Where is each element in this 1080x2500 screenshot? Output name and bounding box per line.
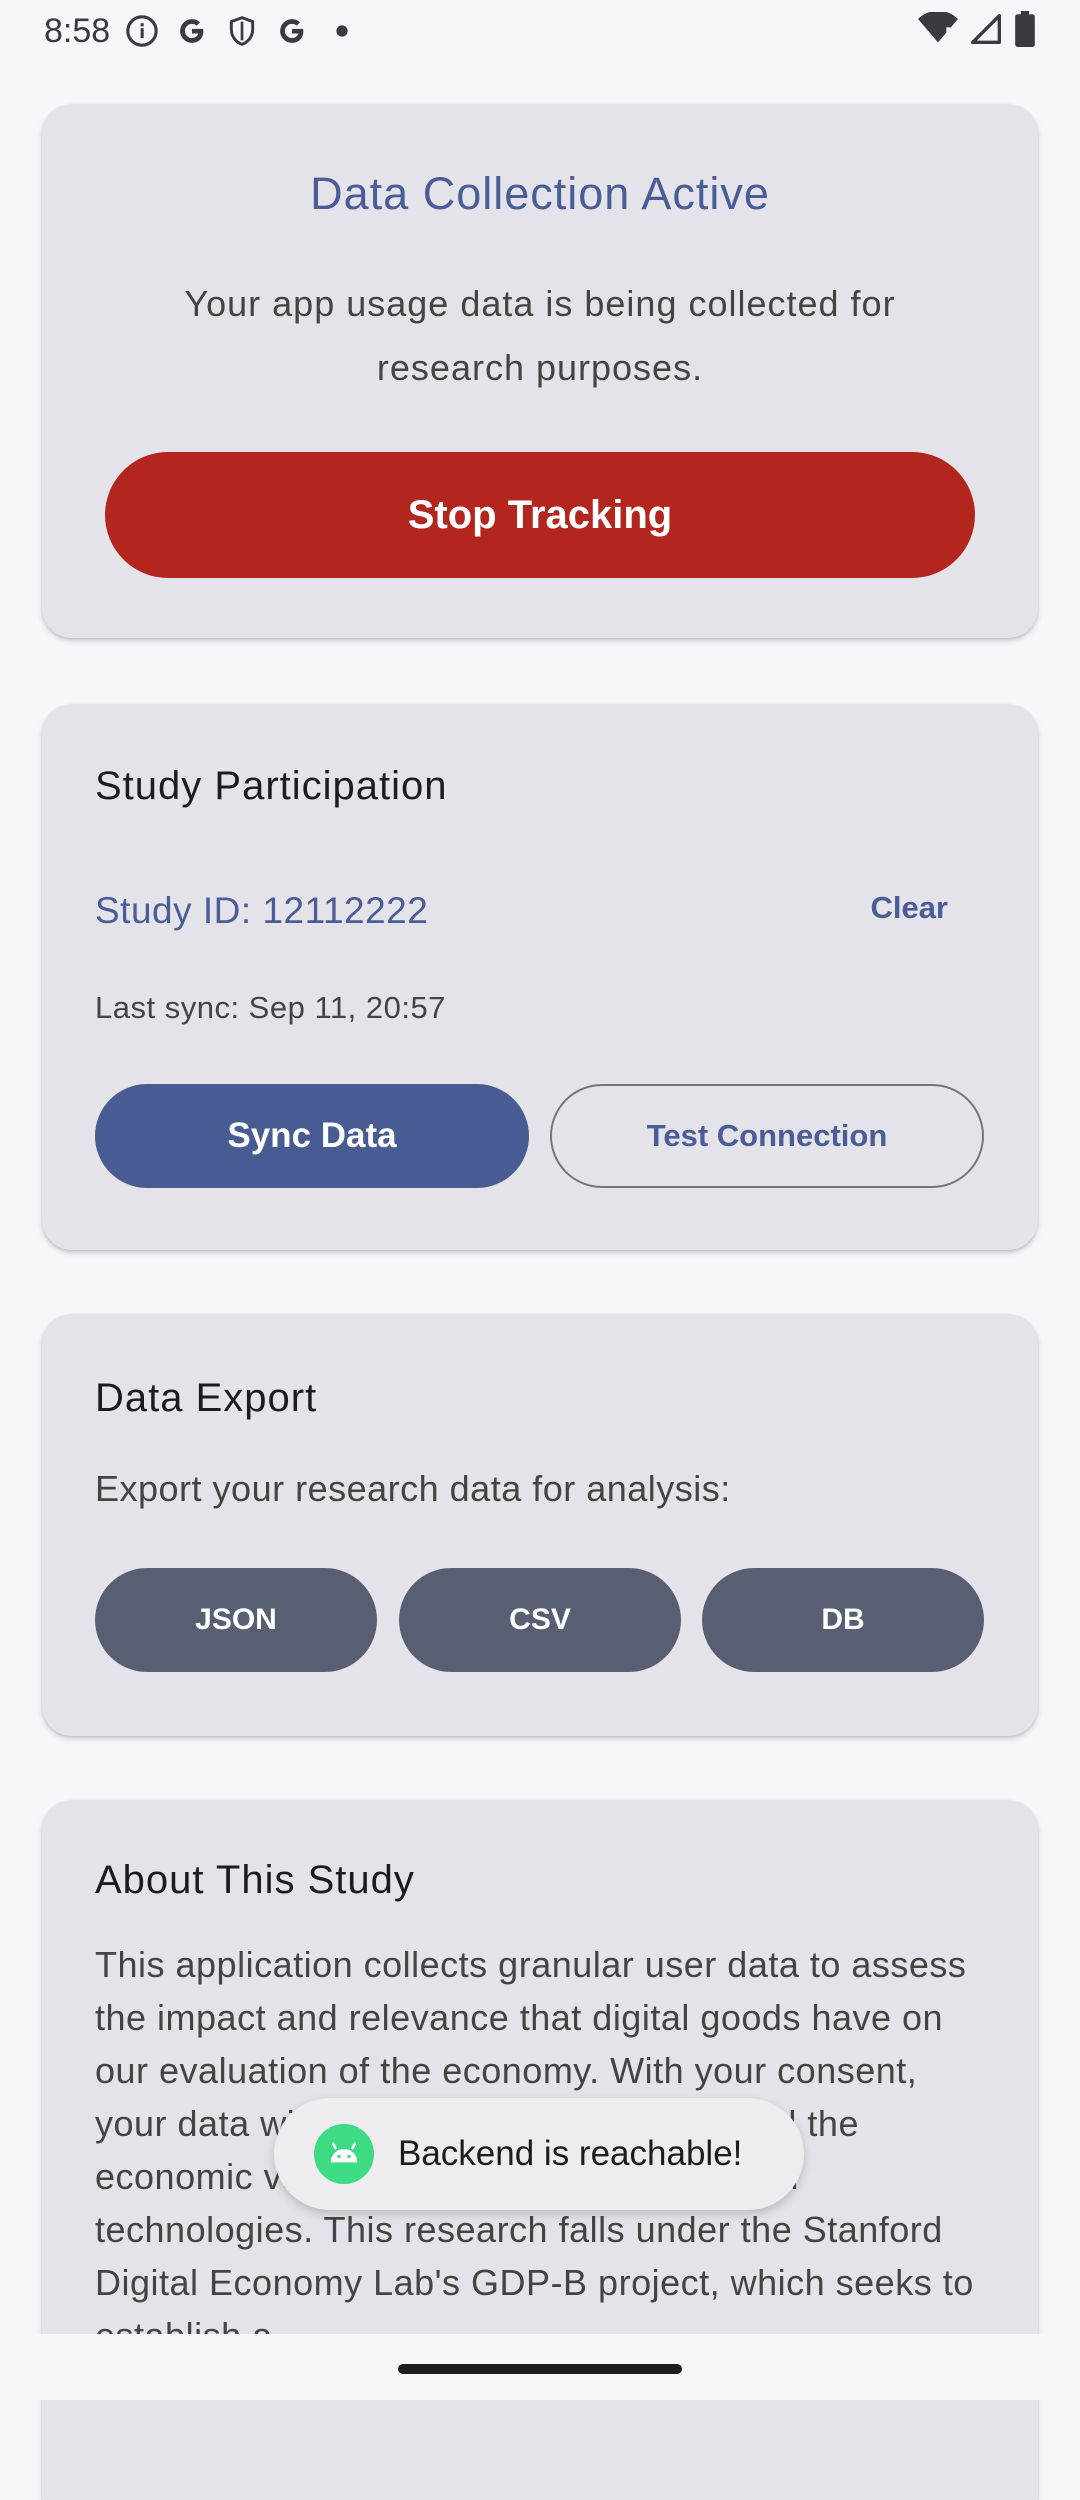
data-export-title: Data Export <box>95 1376 318 1420</box>
export-db-button[interactable]: DB <box>702 1568 984 1672</box>
toast-message: Backend is reachable! <box>274 2098 804 2210</box>
export-csv-button[interactable]: CSV <box>399 1568 681 1672</box>
dot-icon <box>324 13 360 49</box>
info-icon <box>124 13 160 49</box>
signal-icon <box>970 13 1002 50</box>
about-study-title: About This Study <box>95 1858 415 1902</box>
status-bar: 8:58 <box>0 0 1080 62</box>
status-right <box>918 10 1036 52</box>
data-export-card: Data Export Export your research data fo… <box>42 1314 1038 1736</box>
tracking-status-title: Data Collection Active <box>310 168 770 219</box>
wifi-icon <box>918 10 958 51</box>
shield-icon <box>224 13 260 49</box>
export-json-button[interactable]: JSON <box>95 1568 377 1672</box>
study-participation-card: Study Participation Study ID: 12112222 C… <box>42 704 1038 1250</box>
study-id-label: Study ID: 12112222 <box>95 890 429 931</box>
battery-icon <box>1014 10 1036 52</box>
study-participation-title: Study Participation <box>95 764 448 808</box>
stop-tracking-button[interactable]: Stop Tracking <box>105 452 975 578</box>
clear-study-id-button[interactable]: Clear <box>870 890 948 926</box>
tracking-status-description: Your app usage data is being collected f… <box>184 283 896 388</box>
last-sync-label: Last sync: Sep 11, 20:57 <box>95 990 446 1025</box>
google-icon <box>174 13 210 49</box>
test-connection-button[interactable]: Test Connection <box>550 1084 984 1188</box>
toast-text: Backend is reachable! <box>398 2134 743 2173</box>
status-left: 8:58 <box>44 12 360 51</box>
google-icon <box>274 13 310 49</box>
android-icon <box>314 2124 374 2184</box>
tracking-status-card: Data Collection Active Your app usage da… <box>42 104 1038 638</box>
home-indicator[interactable] <box>398 2364 682 2374</box>
data-export-description: Export your research data for analysis: <box>95 1468 731 1509</box>
sync-data-button[interactable]: Sync Data <box>95 1084 529 1188</box>
status-time: 8:58 <box>44 11 111 50</box>
